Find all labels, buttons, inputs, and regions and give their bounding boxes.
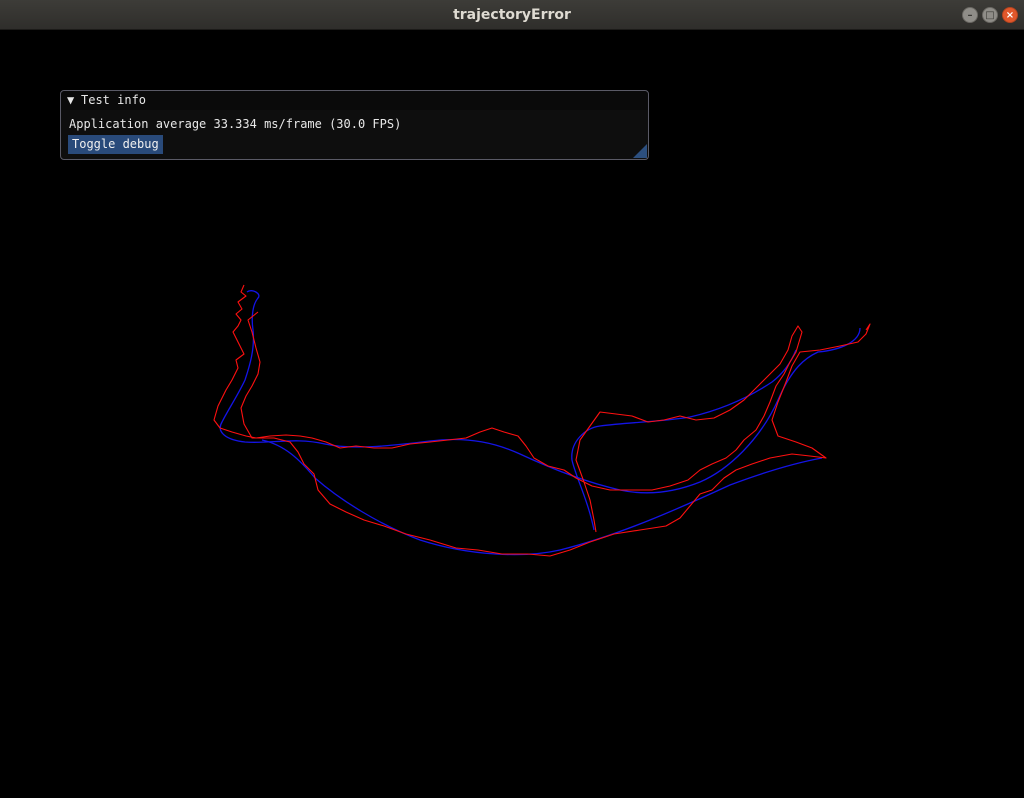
close-button[interactable]: × <box>1002 7 1018 23</box>
collapse-arrow-icon[interactable]: ▼ <box>67 92 74 109</box>
title-bar[interactable]: trajectoryError – □ × <box>0 0 1024 30</box>
resize-grip-icon[interactable] <box>633 144 647 158</box>
test-info-panel: ▼ Test info Application average 33.334 m… <box>60 90 649 160</box>
app-window: trajectoryError – □ × ▼ Test info Applic… <box>0 0 1024 798</box>
estimated-loop-segment <box>240 311 871 557</box>
toggle-debug-button[interactable]: Toggle debug <box>68 135 163 154</box>
panel-title: Test info <box>81 93 147 107</box>
panel-header[interactable]: ▼ Test info <box>61 91 648 110</box>
maximize-button[interactable]: □ <box>982 7 998 23</box>
window-title: trajectoryError <box>453 7 571 23</box>
fps-readout: Application average 33.334 ms/frame (30.… <box>69 117 402 131</box>
ground-truth-inner-loop <box>571 349 797 531</box>
render-viewport[interactable]: ▼ Test info Application average 33.334 m… <box>0 30 1024 798</box>
minimize-icon: – <box>967 10 973 21</box>
minimize-button[interactable]: – <box>962 7 978 23</box>
close-icon: × <box>1005 10 1015 21</box>
ground-truth-loop-segment <box>261 439 823 556</box>
ground-truth-trajectory <box>219 290 861 494</box>
maximize-icon: □ <box>985 10 995 21</box>
estimated-trajectory <box>213 284 803 533</box>
